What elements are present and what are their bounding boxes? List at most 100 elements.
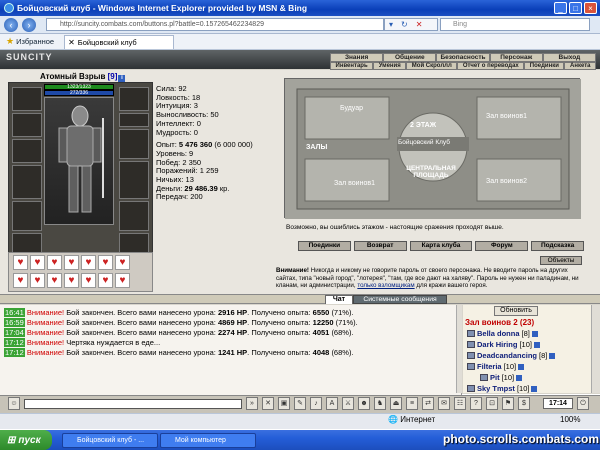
close-button[interactable]: × xyxy=(584,2,597,14)
refresh-users-button[interactable]: Обновить xyxy=(494,306,538,316)
armor-slot[interactable] xyxy=(12,201,42,231)
menu-communication[interactable]: Общение xyxy=(383,53,437,62)
menu-profile[interactable]: Анкета xyxy=(564,62,597,70)
menu-fights[interactable]: Поединки xyxy=(524,62,565,70)
refresh-icon[interactable]: ↻ xyxy=(401,20,408,29)
user-list-item[interactable]: Pit [10] xyxy=(480,373,523,382)
info-icon[interactable]: i xyxy=(118,75,126,82)
info-icon[interactable] xyxy=(518,363,525,370)
potion-slot[interactable]: ♥ xyxy=(81,273,96,288)
chat-scrollbar[interactable] xyxy=(456,305,462,393)
zoom-level[interactable]: 100% xyxy=(560,415,580,424)
potion-slot[interactable]: ♥ xyxy=(64,273,79,288)
shield-slot[interactable] xyxy=(119,161,149,199)
helmet-slot[interactable] xyxy=(12,87,42,111)
club-map-button[interactable]: Карта клуба xyxy=(409,241,473,251)
map-label-warriors1[interactable]: Зал воинов1 xyxy=(486,113,527,120)
bracer-slot[interactable] xyxy=(119,129,149,159)
user-list-item[interactable]: Bella donna [8] xyxy=(467,329,538,338)
potion-slot[interactable]: ♥ xyxy=(47,273,62,288)
back-button-game[interactable]: Возврат xyxy=(353,241,407,251)
menu-character[interactable]: Персонаж xyxy=(489,53,543,62)
info-icon[interactable] xyxy=(531,330,538,337)
potion-slot[interactable]: ♥ xyxy=(98,255,113,270)
friends-icon[interactable]: ☷ xyxy=(454,397,466,410)
sound-icon[interactable]: ♪ xyxy=(310,397,322,410)
legs-slot[interactable] xyxy=(119,201,149,231)
potion-slot[interactable]: ♥ xyxy=(13,273,28,288)
objects-button[interactable]: Объекты xyxy=(540,256,582,265)
taskbar-item-computer[interactable]: Мой компьютер xyxy=(160,433,256,448)
lock-icon[interactable]: ⊡ xyxy=(486,397,498,410)
stop-icon[interactable]: ✕ xyxy=(416,20,423,29)
scroll-icon[interactable]: ≡ xyxy=(406,397,418,410)
user-list-item[interactable]: Filteria [10] xyxy=(467,362,525,371)
exit-chat-icon[interactable]: ⏏ xyxy=(390,397,402,410)
minimize-button[interactable]: _ xyxy=(554,2,567,14)
gloves-slot[interactable] xyxy=(119,87,149,111)
back-button[interactable]: ‹ xyxy=(4,18,18,32)
fight-icon[interactable]: ⚔ xyxy=(342,397,354,410)
map-label-boudoir[interactable]: Будуар xyxy=(340,105,363,112)
potion-slot[interactable]: ♥ xyxy=(98,273,113,288)
menu-transfers[interactable]: Отчет о переводах xyxy=(457,62,525,70)
info-icon[interactable] xyxy=(531,385,538,392)
dropdown-arrow-icon[interactable]: ▾ xyxy=(389,20,393,29)
forum-button[interactable]: Форум xyxy=(475,241,529,251)
trade-icon[interactable]: ⇄ xyxy=(422,397,434,410)
taskbar-item-ie[interactable]: Бойцовский клуб - ... xyxy=(62,433,158,448)
ring-slot[interactable] xyxy=(119,113,149,127)
tab-chat[interactable]: Чат xyxy=(325,295,353,304)
emoticon-icon[interactable]: ☺ xyxy=(8,397,20,410)
power-icon[interactable]: ⏻ xyxy=(577,397,589,410)
user-list-item[interactable]: Dark Hiring [10] xyxy=(467,340,540,349)
info-icon[interactable] xyxy=(516,374,523,381)
menu-my-scroll[interactable]: Мой Скроллл xyxy=(406,62,458,70)
shop-icon[interactable]: $ xyxy=(518,397,530,410)
potion-slot[interactable]: ♥ xyxy=(115,273,130,288)
potion-slot[interactable]: ♥ xyxy=(13,255,28,270)
menu-security[interactable]: Безопасность xyxy=(436,53,490,62)
user-list-item[interactable]: Sky Tmpst [10] xyxy=(467,384,538,393)
menu-skills[interactable]: Умения xyxy=(373,62,407,70)
flag-icon[interactable]: ⚑ xyxy=(502,397,514,410)
fights-button[interactable]: Поединки xyxy=(298,241,351,251)
potion-slot[interactable]: ♥ xyxy=(30,255,45,270)
forward-button[interactable]: › xyxy=(22,18,36,32)
user-list-item[interactable]: Deadcandancing [8] xyxy=(467,351,556,360)
clear-icon[interactable]: ✕ xyxy=(262,397,274,410)
info-icon[interactable] xyxy=(533,341,540,348)
map-label-club[interactable]: Бойцовский Клуб xyxy=(398,139,450,146)
url-field[interactable]: http://suncity.combats.com/buttons.pl?ba… xyxy=(46,18,384,31)
thieves-link[interactable]: только взломщикам xyxy=(357,282,414,289)
map-label-square[interactable]: ЦЕНТРАЛЬНАЯ ПЛОЩАДЬ xyxy=(396,165,466,179)
mail-icon[interactable]: ✉ xyxy=(438,397,450,410)
amulet-slot[interactable] xyxy=(12,139,42,163)
maximize-button[interactable]: □ xyxy=(569,2,582,14)
start-button[interactable]: ⊞ пуск xyxy=(0,430,52,450)
help-icon[interactable]: ? xyxy=(470,397,482,410)
potion-slot[interactable]: ♥ xyxy=(47,255,62,270)
menu-knowledge[interactable]: Знания xyxy=(330,53,384,62)
weapon-slot[interactable] xyxy=(12,165,42,199)
settings-icon[interactable]: ✎ xyxy=(294,397,306,410)
potion-slot[interactable]: ♥ xyxy=(64,255,79,270)
earrings-slot[interactable] xyxy=(12,113,42,137)
map-label-warriors2[interactable]: Зал воинов2 xyxy=(486,178,527,185)
chat-input[interactable] xyxy=(24,399,242,409)
potion-slot[interactable]: ♥ xyxy=(81,255,96,270)
hint-button[interactable]: Подсказка xyxy=(531,241,584,251)
tab-system-messages[interactable]: Системные сообщения xyxy=(353,295,447,304)
favorites-button[interactable]: ★ Избранное xyxy=(0,36,60,47)
menu-inventory[interactable]: Инвентарь xyxy=(330,62,374,70)
search-field[interactable]: Bing xyxy=(440,18,590,31)
users-scrollbar[interactable] xyxy=(591,305,600,393)
walk-icon[interactable]: ♞ xyxy=(374,397,386,410)
translit-icon[interactable]: A xyxy=(326,397,338,410)
browser-tab[interactable]: ✕ Бойцовский клуб xyxy=(64,34,175,49)
potion-slot[interactable]: ♥ xyxy=(115,255,130,270)
send-icon[interactable]: » xyxy=(246,397,258,410)
filter-icon[interactable]: ▣ xyxy=(278,397,290,410)
potion-slot[interactable]: ♥ xyxy=(30,273,45,288)
smile-menu-icon[interactable]: ☻ xyxy=(358,397,370,410)
